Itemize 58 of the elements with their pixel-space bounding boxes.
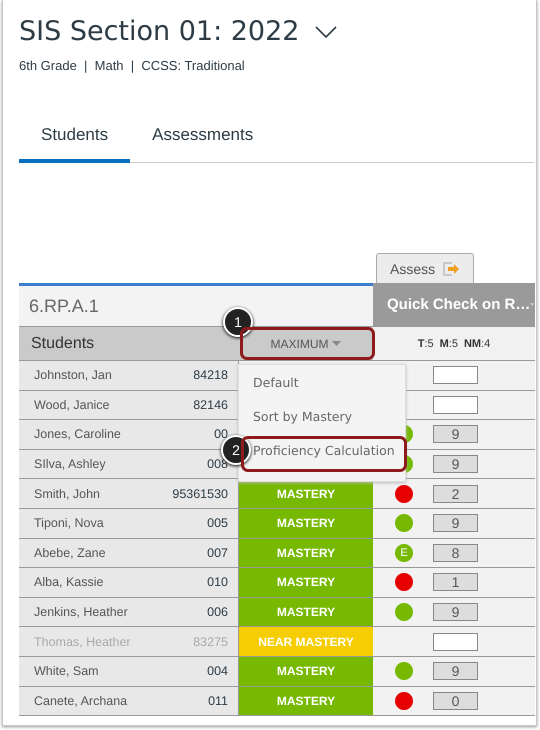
score-field[interactable]: 2	[433, 484, 478, 503]
count-label: NM:4	[464, 338, 490, 350]
student-id: 010	[207, 575, 228, 590]
score-field[interactable]: 0	[433, 692, 478, 710]
mastery-cell: MASTERY	[238, 479, 373, 509]
score-field[interactable]	[433, 366, 478, 384]
student-id: 005	[207, 516, 228, 530]
mastery-cell: MASTERY	[238, 508, 373, 539]
student-name: Smith, John	[34, 486, 100, 501]
students-header: Students	[19, 327, 238, 361]
student-id: 82146	[193, 398, 228, 412]
status-dot: E	[395, 544, 413, 562]
score-field[interactable]: 9	[433, 603, 478, 622]
mastery-cell: MASTERY	[238, 656, 373, 687]
student-name: Thomas, Heather	[34, 634, 131, 649]
student-id: 84218	[193, 368, 228, 382]
section-subtitle: 6th Grade | Math | CCSS: Traditional	[19, 58, 246, 73]
tab[interactable]: Assessments	[130, 125, 276, 163]
assess-button[interactable]: Assess	[376, 253, 474, 283]
student-id: 007	[207, 546, 228, 560]
score-field[interactable]	[433, 632, 478, 651]
menu-item[interactable]: Sort by Mastery	[239, 399, 405, 433]
count-label: M:5	[440, 338, 458, 350]
mastery-cell: NEAR MASTERY	[238, 627, 373, 657]
student-id: 006	[207, 605, 228, 620]
chevron-down-icon[interactable]	[315, 26, 338, 38]
score-field[interactable]: 8	[433, 544, 478, 562]
student-id: 011	[208, 694, 228, 708]
score-field[interactable]: 1	[433, 573, 478, 592]
mastery-cell: MASTERY	[238, 568, 373, 598]
student-name: Jones, Caroline	[34, 427, 121, 442]
caret-icon	[332, 341, 340, 346]
student-name: Jenkins, Heather	[34, 605, 128, 620]
student-name: White, Sam	[34, 664, 99, 678]
student-name: Canete, Archana	[34, 694, 128, 708]
student-name: Abebe, Zane	[34, 546, 106, 560]
score-field[interactable]: 9	[433, 455, 478, 474]
mastery-cell: MASTERY	[238, 686, 373, 716]
student-name: Alba, Kassie	[34, 575, 104, 590]
student-name: SIlva, Ashley	[34, 457, 106, 472]
student-id: 95361530	[172, 486, 228, 501]
student-name: Wood, Janice	[34, 398, 110, 412]
student-id: 004	[207, 664, 228, 678]
score-field[interactable]: 9	[433, 662, 478, 680]
export-icon	[443, 262, 460, 276]
menu-item[interactable]: Default	[239, 365, 405, 399]
mastery-cell: MASTERY	[238, 538, 373, 568]
section-title: SIS Section 01: 2022	[19, 16, 300, 47]
student-name: Tiponi, Nova	[34, 516, 104, 530]
assessment-header[interactable]: Quick Check on R…	[373, 283, 535, 327]
mastery-cell: MASTERY	[238, 598, 373, 628]
count-label: T:5	[418, 338, 434, 350]
score-field[interactable]: 9	[433, 425, 478, 444]
tab[interactable]: Students	[19, 125, 130, 163]
score-field[interactable]: 9	[433, 514, 478, 532]
student-name: Johnston, Jan	[34, 368, 112, 382]
student-id: 83275	[193, 634, 228, 649]
score-field[interactable]	[433, 396, 478, 414]
